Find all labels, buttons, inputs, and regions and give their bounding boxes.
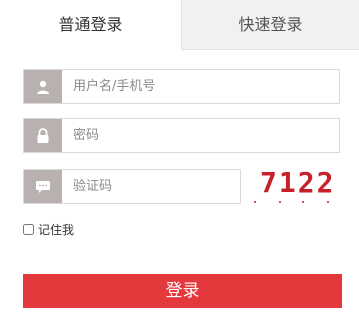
captcha-input[interactable]	[62, 170, 239, 203]
tab-normal-login[interactable]: 普通登录	[0, 0, 181, 50]
login-tabs: 普通登录 快速登录	[0, 0, 359, 50]
remember-label: 记住我	[38, 222, 75, 237]
captcha-noise	[254, 201, 329, 203]
username-field	[23, 69, 340, 104]
password-field	[23, 118, 340, 153]
user-icon	[24, 70, 62, 103]
captcha-field	[23, 169, 241, 204]
username-input[interactable]	[62, 70, 338, 103]
captcha-image[interactable]: 7122	[252, 166, 342, 206]
remember-me[interactable]: 记住我	[23, 221, 74, 237]
login-button[interactable]: 登录	[23, 274, 342, 308]
chat-bubble-icon	[24, 170, 62, 203]
tab-quick-login[interactable]: 快速登录	[181, 0, 359, 50]
captcha-code: 7122	[260, 166, 336, 199]
lock-icon	[24, 119, 62, 152]
password-input[interactable]	[62, 119, 338, 152]
remember-checkbox[interactable]	[23, 223, 34, 235]
